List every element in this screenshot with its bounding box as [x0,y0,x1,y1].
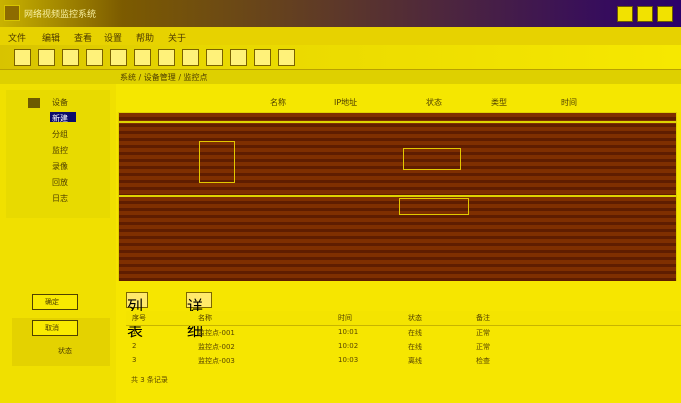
cell-id: 2 [132,342,137,350]
cell-name: 监控点-002 [198,343,235,351]
left-caption: 状态 [58,347,72,355]
record-button[interactable] [254,49,271,66]
header-id: 序号 [132,314,146,322]
cell-note: 正常 [476,329,490,337]
address-bar: 系统 / 设备管理 / 监控点 [0,70,681,84]
cell-id: 1 [132,328,137,336]
cell-id: 3 [132,356,137,364]
cell-time: 10:03 [338,356,359,364]
header-status: 状态 [408,314,422,322]
menu-file[interactable]: 文件 [8,31,26,44]
status-bar-text: 共 3 条记录 [131,376,168,384]
breadcrumb[interactable]: 系统 / 设备管理 / 监控点 [120,72,208,83]
sidebar-item-monitor[interactable]: 监控 [52,145,68,156]
cell-name: 监控点-001 [198,329,235,337]
pause-button[interactable] [158,49,175,66]
column-name: 名称 [270,98,286,107]
column-ip: IP地址 [334,98,358,107]
app-icon [4,5,20,21]
folder-icon [28,98,40,108]
cell-name: 监控点-003 [198,357,235,365]
sidebar-item-log[interactable]: 日志 [52,193,68,204]
menu-help[interactable]: 帮助 [136,31,154,44]
menu-about[interactable]: 关于 [168,31,186,44]
delete-button[interactable] [86,49,103,66]
play-button[interactable] [134,49,151,66]
cell-time: 10:02 [338,342,359,350]
sub-toolbar: 列表 详细 [126,292,246,340]
divider-line [119,195,676,197]
cell-note: 正常 [476,343,490,351]
timeline-line [119,121,676,123]
table-header: 序号 名称 时间 状态 备注 [126,311,681,326]
menu-view[interactable]: 查看 [74,31,92,44]
menu-bar: 文件 编辑 查看 设置 帮助 关于 [0,27,681,45]
confirm-label: 确定 [45,298,59,306]
cell-time: 10:01 [338,328,359,336]
column-status: 状态 [426,98,442,107]
title-bar: 网络视频监控系统 [0,0,681,27]
header-name: 名称 [198,314,212,322]
sidebar-item-new[interactable]: 新建 [52,113,68,124]
table-row[interactable]: 2 监控点-002 10:02 在线 正常 [126,340,681,352]
camera-shape [199,141,235,183]
cancel-button[interactable]: 取消 [32,320,78,336]
table-row[interactable]: 3 监控点-003 10:03 离线 检查 [126,354,681,366]
menu-settings[interactable]: 设置 [104,31,122,44]
table-row[interactable]: 1 监控点-001 10:01 在线 正常 [126,326,681,338]
header-note: 备注 [476,314,490,322]
toolbar [0,45,681,70]
sidebar-item-devices[interactable]: 设备 [52,97,68,108]
menu-edit[interactable]: 编辑 [42,31,60,44]
refresh-button[interactable] [110,49,127,66]
player-box [399,198,469,215]
video-window [403,148,461,170]
new-button[interactable] [14,49,31,66]
window-title: 网络视频监控系统 [24,10,97,20]
tab-list[interactable]: 列表 [126,292,148,340]
save-button[interactable] [62,49,79,66]
cancel-label: 取消 [45,324,59,332]
application-window: 网络视频监控系统 文件 编辑 查看 设置 帮助 关于 系统 / 设备管理 / 监… [0,0,681,403]
stop-button[interactable] [182,49,199,66]
tab-detail[interactable]: 详细 [186,292,212,340]
cell-status: 在线 [408,329,422,337]
minimize-icon[interactable] [617,6,633,22]
cell-status: 离线 [408,357,422,365]
column-type: 类型 [491,98,507,107]
sidebar-item-record[interactable]: 录像 [52,161,68,172]
exit-button[interactable] [278,49,295,66]
confirm-button[interactable]: 确定 [32,294,78,310]
settings-button[interactable] [206,49,223,66]
cell-status: 在线 [408,343,422,351]
monitor-canvas[interactable] [118,112,677,283]
maximize-icon[interactable] [637,6,653,22]
sidebar-item-group[interactable]: 分组 [52,129,68,140]
cell-note: 检查 [476,357,490,365]
help-button[interactable] [230,49,247,66]
column-time: 时间 [561,98,577,107]
close-icon[interactable] [657,6,673,22]
content-header: 名称 IP地址 状态 类型 时间 [116,84,681,112]
sidebar-item-playback[interactable]: 回放 [52,177,68,188]
header-time: 时间 [338,314,352,322]
open-button[interactable] [38,49,55,66]
